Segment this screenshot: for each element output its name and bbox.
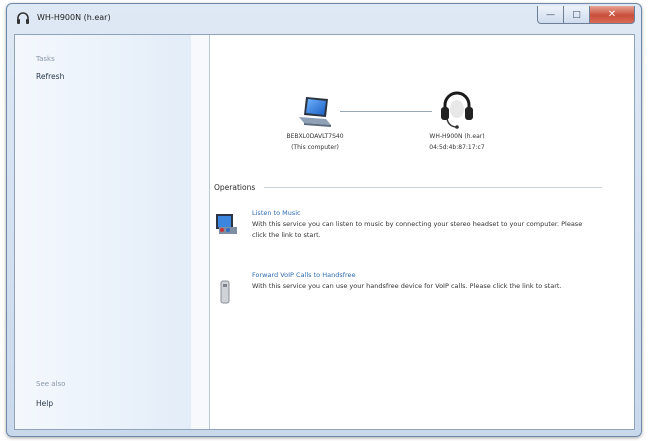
title-bar[interactable]: WH-H900N (h.ear) — □ ✕ — [7, 4, 641, 34]
sidebar-divider — [191, 35, 210, 429]
operations-divider — [264, 187, 602, 188]
headset-icon — [441, 91, 473, 129]
window-content: Tasks Refresh See also Help BEBXL0DAVLT7… — [14, 34, 635, 430]
headset-app-icon — [17, 12, 29, 24]
listen-to-music-description: With this service you can listen to musi… — [252, 220, 583, 239]
forward-voip-calls-description: With this service you can use your hands… — [252, 282, 562, 290]
tasks-heading: Tasks — [36, 55, 55, 63]
minimize-button[interactable]: — — [537, 6, 564, 24]
window-controls: — □ ✕ — [537, 6, 635, 24]
maximize-icon: □ — [572, 9, 581, 20]
computer-caption: (This computer) — [291, 144, 339, 151]
close-icon: ✕ — [607, 9, 617, 20]
computer-name: BEBXL0DAVLT7S40 — [286, 133, 344, 140]
minimize-icon: — — [546, 9, 555, 20]
laptop-icon — [299, 97, 331, 127]
help-link[interactable]: Help — [36, 399, 53, 408]
refresh-link[interactable]: Refresh — [36, 72, 64, 81]
operations-heading: Operations — [214, 183, 256, 192]
forward-voip-calls-link[interactable]: Forward VoIP Calls to Handsfree — [252, 271, 356, 279]
listen-to-music-link[interactable]: Listen to Music — [252, 209, 301, 217]
device-window: WH-H900N (h.ear) — □ ✕ Tasks Refresh See… — [6, 3, 642, 437]
sidebar: Tasks Refresh See also Help — [15, 35, 191, 429]
main-panel: BEBXL0DAVLT7S40 (This computer) WH-H900N… — [210, 35, 634, 429]
computer-device[interactable]: BEBXL0DAVLT7S40 (This computer) — [265, 93, 365, 153]
headset-name: WH-H900N (h.ear) — [429, 133, 485, 140]
music-player-icon — [216, 214, 237, 234]
close-button[interactable]: ✕ — [590, 6, 635, 24]
window-title: WH-H900N (h.ear) — [37, 13, 111, 22]
maximize-button[interactable]: □ — [564, 6, 590, 24]
headset-device[interactable]: WH-H900N (h.ear) 04:5d:4b:87:17:c7 — [402, 89, 512, 153]
handsfree-phone-icon — [220, 280, 230, 304]
see-also-heading: See also — [36, 380, 66, 388]
headset-address: 04:5d:4b:87:17:c7 — [429, 144, 485, 151]
